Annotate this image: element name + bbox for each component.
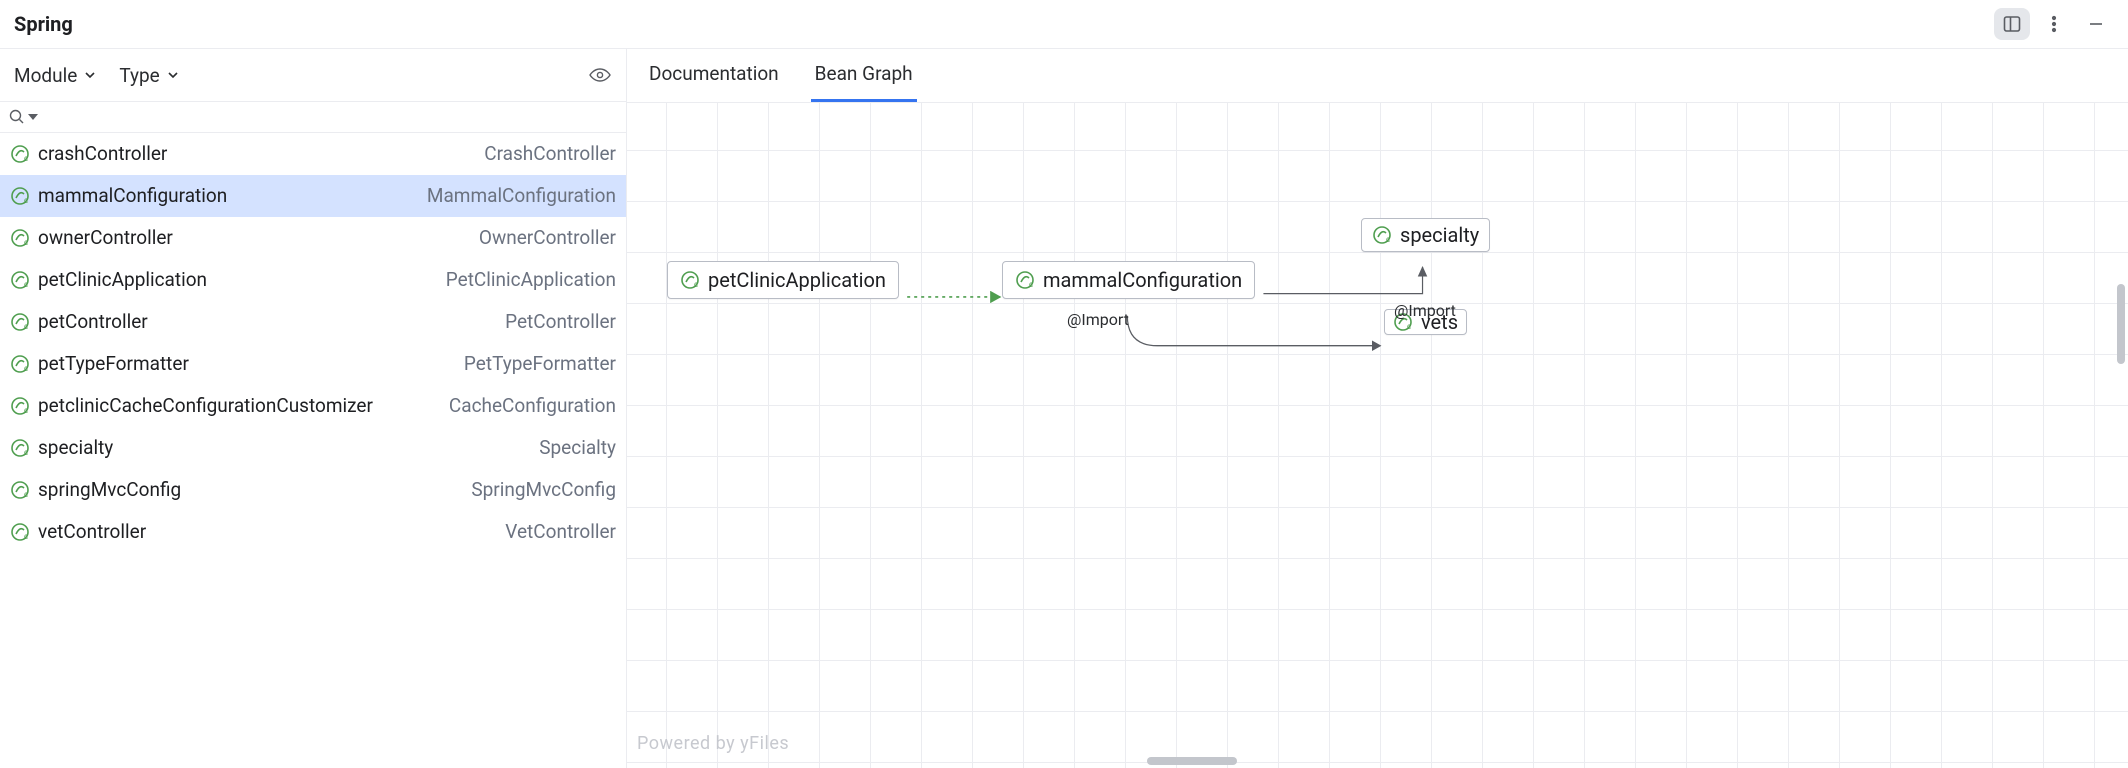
bean-type: VetController (505, 520, 616, 544)
tab-documentation[interactable]: Documentation (645, 49, 783, 102)
spring-bean-icon: c (10, 270, 30, 290)
svg-text:c: c (24, 532, 28, 541)
detail-panel: Documentation Bean Graph (627, 49, 2128, 768)
bean-type: OwnerController (479, 226, 616, 250)
svg-text:c: c (24, 280, 28, 289)
search-dropdown-icon[interactable] (28, 112, 38, 122)
bean-type: PetTypeFormatter (464, 352, 616, 376)
spring-bean-icon: c (10, 144, 30, 164)
graph-vscrollbar[interactable] (2114, 284, 2128, 364)
bean-name: mammalConfiguration (38, 184, 419, 208)
bean-type: MammalConfiguration (427, 184, 616, 208)
svg-text:c: c (1029, 280, 1033, 289)
bean-row[interactable]: c mammalConfiguration MammalConfiguration (0, 175, 626, 217)
bean-row[interactable]: c springMvcConfig SpringMvcConfig (0, 469, 626, 511)
spring-bean-icon: c (10, 396, 30, 416)
bean-name: petTypeFormatter (38, 352, 456, 376)
svg-text:c: c (24, 238, 28, 247)
graph-node-label: specialty (1400, 223, 1479, 247)
bean-type: SpringMvcConfig (471, 478, 616, 502)
search-icon (8, 108, 26, 126)
chevron-down-icon (83, 68, 97, 82)
type-filter[interactable]: Type (119, 64, 179, 87)
graph-node-label: mammalConfiguration (1043, 268, 1242, 292)
graph-node-petclinicapplication[interactable]: c petClinicApplication (667, 261, 899, 299)
bean-row[interactable]: c crashController CrashController (0, 133, 626, 175)
edge-label-import: @Import (1067, 310, 1129, 329)
type-filter-label: Type (119, 64, 159, 87)
graph-watermark: Powered by yFiles (637, 733, 789, 754)
bean-list[interactable]: c crashController CrashController c mammalCo… (0, 133, 626, 768)
bean-name: petClinicApplication (38, 268, 438, 292)
more-icon[interactable] (2036, 8, 2072, 40)
tab-bean-graph[interactable]: Bean Graph (811, 49, 917, 102)
visibility-icon[interactable] (588, 59, 612, 91)
bean-name: specialty (38, 436, 531, 460)
svg-text:c: c (24, 196, 28, 205)
svg-text:c: c (24, 448, 28, 457)
titlebar-actions (1994, 8, 2114, 40)
graph-hscrollbar[interactable] (627, 754, 2128, 768)
bean-type: Specialty (539, 436, 616, 460)
module-filter-label: Module (14, 64, 77, 87)
spring-bean-icon: c (10, 354, 30, 374)
toolwindow-title: Spring (14, 12, 73, 36)
titlebar: Spring (0, 0, 2128, 49)
bean-row[interactable]: c vetController VetController (0, 511, 626, 553)
detail-tabs: Documentation Bean Graph (627, 49, 2128, 103)
bean-row[interactable]: c petTypeFormatter PetTypeFormatter (0, 343, 626, 385)
graph-node-mammalconfiguration[interactable]: c mammalConfiguration (1002, 261, 1255, 299)
spring-bean-icon: c (1372, 225, 1392, 245)
bean-graph-canvas[interactable]: c petClinicApplication c mammalConfigura… (627, 103, 2128, 768)
bean-row[interactable]: c petController PetController (0, 301, 626, 343)
spring-bean-icon: c (10, 186, 30, 206)
chevron-down-icon (166, 68, 180, 82)
bean-row[interactable]: c petClinicApplication PetClinicApplicatio… (0, 259, 626, 301)
spring-bean-icon: c (10, 438, 30, 458)
search-row[interactable] (0, 102, 626, 133)
filter-bar: Module Type (0, 49, 626, 102)
bean-name: vetController (38, 520, 497, 544)
bean-type: PetClinicApplication (446, 268, 616, 292)
bean-row[interactable]: c ownerController OwnerController (0, 217, 626, 259)
spring-bean-icon: c (10, 480, 30, 500)
svg-text:c: c (24, 322, 28, 331)
spring-bean-icon: c (680, 270, 700, 290)
graph-node-label: petClinicApplication (708, 268, 886, 292)
svg-text:c: c (24, 154, 28, 163)
spring-bean-icon: c (10, 228, 30, 248)
bean-name: petController (38, 310, 497, 334)
bean-row[interactable]: c specialty Specialty (0, 427, 626, 469)
svg-text:c: c (1407, 322, 1411, 331)
spring-bean-icon: c (10, 522, 30, 542)
toggle-layout-icon[interactable] (1994, 8, 2030, 40)
bean-name: crashController (38, 142, 476, 166)
svg-text:c: c (694, 280, 698, 289)
bean-type: CacheConfiguration (449, 394, 616, 418)
bean-name: ownerController (38, 226, 471, 250)
bean-name: springMvcConfig (38, 478, 463, 502)
bean-type: PetController (505, 310, 616, 334)
svg-text:c: c (24, 490, 28, 499)
graph-node-specialty[interactable]: c specialty (1361, 218, 1490, 252)
module-filter[interactable]: Module (14, 64, 97, 87)
bean-list-panel: Module Type c crashController CrashControl… (0, 49, 627, 768)
bean-name: petclinicCacheConfigurationCustomizer (38, 394, 441, 418)
bean-row[interactable]: c petclinicCacheConfigurationCustomizer Ca… (0, 385, 626, 427)
bean-type: CrashController (484, 142, 616, 166)
svg-text:c: c (24, 364, 28, 373)
spring-bean-icon: c (1015, 270, 1035, 290)
svg-text:c: c (24, 406, 28, 415)
svg-text:c: c (1386, 235, 1390, 244)
edge-label-import: @Import (1394, 301, 1456, 320)
spring-bean-icon: c (10, 312, 30, 332)
graph-edges (627, 103, 2128, 768)
minimize-icon[interactable] (2078, 8, 2114, 40)
